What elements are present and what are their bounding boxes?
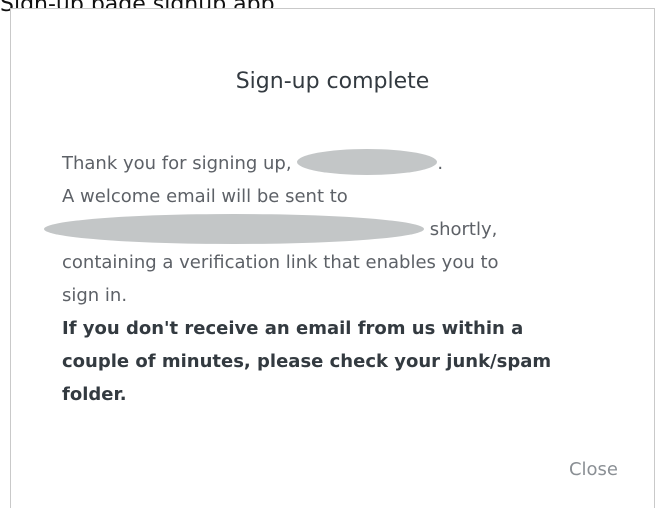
spam-notice-text-2: couple of minutes, please check your jun…: [62, 351, 552, 372]
email-address-line: shortly,: [44, 213, 632, 246]
sign-in-text: sign in.: [62, 285, 128, 306]
shortly-text: shortly,: [429, 219, 498, 240]
verification-link-text: containing a verification link that enab…: [62, 252, 499, 273]
redacted-username: [297, 149, 438, 175]
spam-notice-line-3: folder.: [62, 378, 632, 411]
spam-notice-text-1: If you don't receive an email from us wi…: [62, 318, 524, 339]
dialog-body: Thank you for signing up, . A welcome em…: [44, 147, 632, 411]
close-button[interactable]: Close: [569, 459, 618, 480]
verification-link-line: containing a verification link that enab…: [62, 246, 632, 279]
thank-you-punctuation: .: [437, 153, 444, 174]
redacted-email-address: [44, 214, 424, 244]
sign-in-line: sign in.: [62, 279, 632, 312]
dialog-title: Sign-up complete: [235, 69, 430, 94]
welcome-email-text: A welcome email will be sent to: [62, 186, 348, 207]
thank-you-line: Thank you for signing up, .: [62, 147, 632, 180]
spam-notice-text-3: folder.: [62, 384, 127, 405]
welcome-email-line: A welcome email will be sent to: [62, 180, 632, 213]
signup-complete-dialog: Sign-up complete Thank you for signing u…: [10, 8, 655, 508]
spam-notice-line-1: If you don't receive an email from us wi…: [62, 312, 632, 345]
thank-you-text: Thank you for signing up,: [62, 153, 292, 174]
spam-notice-line-2: couple of minutes, please check your jun…: [62, 345, 632, 378]
